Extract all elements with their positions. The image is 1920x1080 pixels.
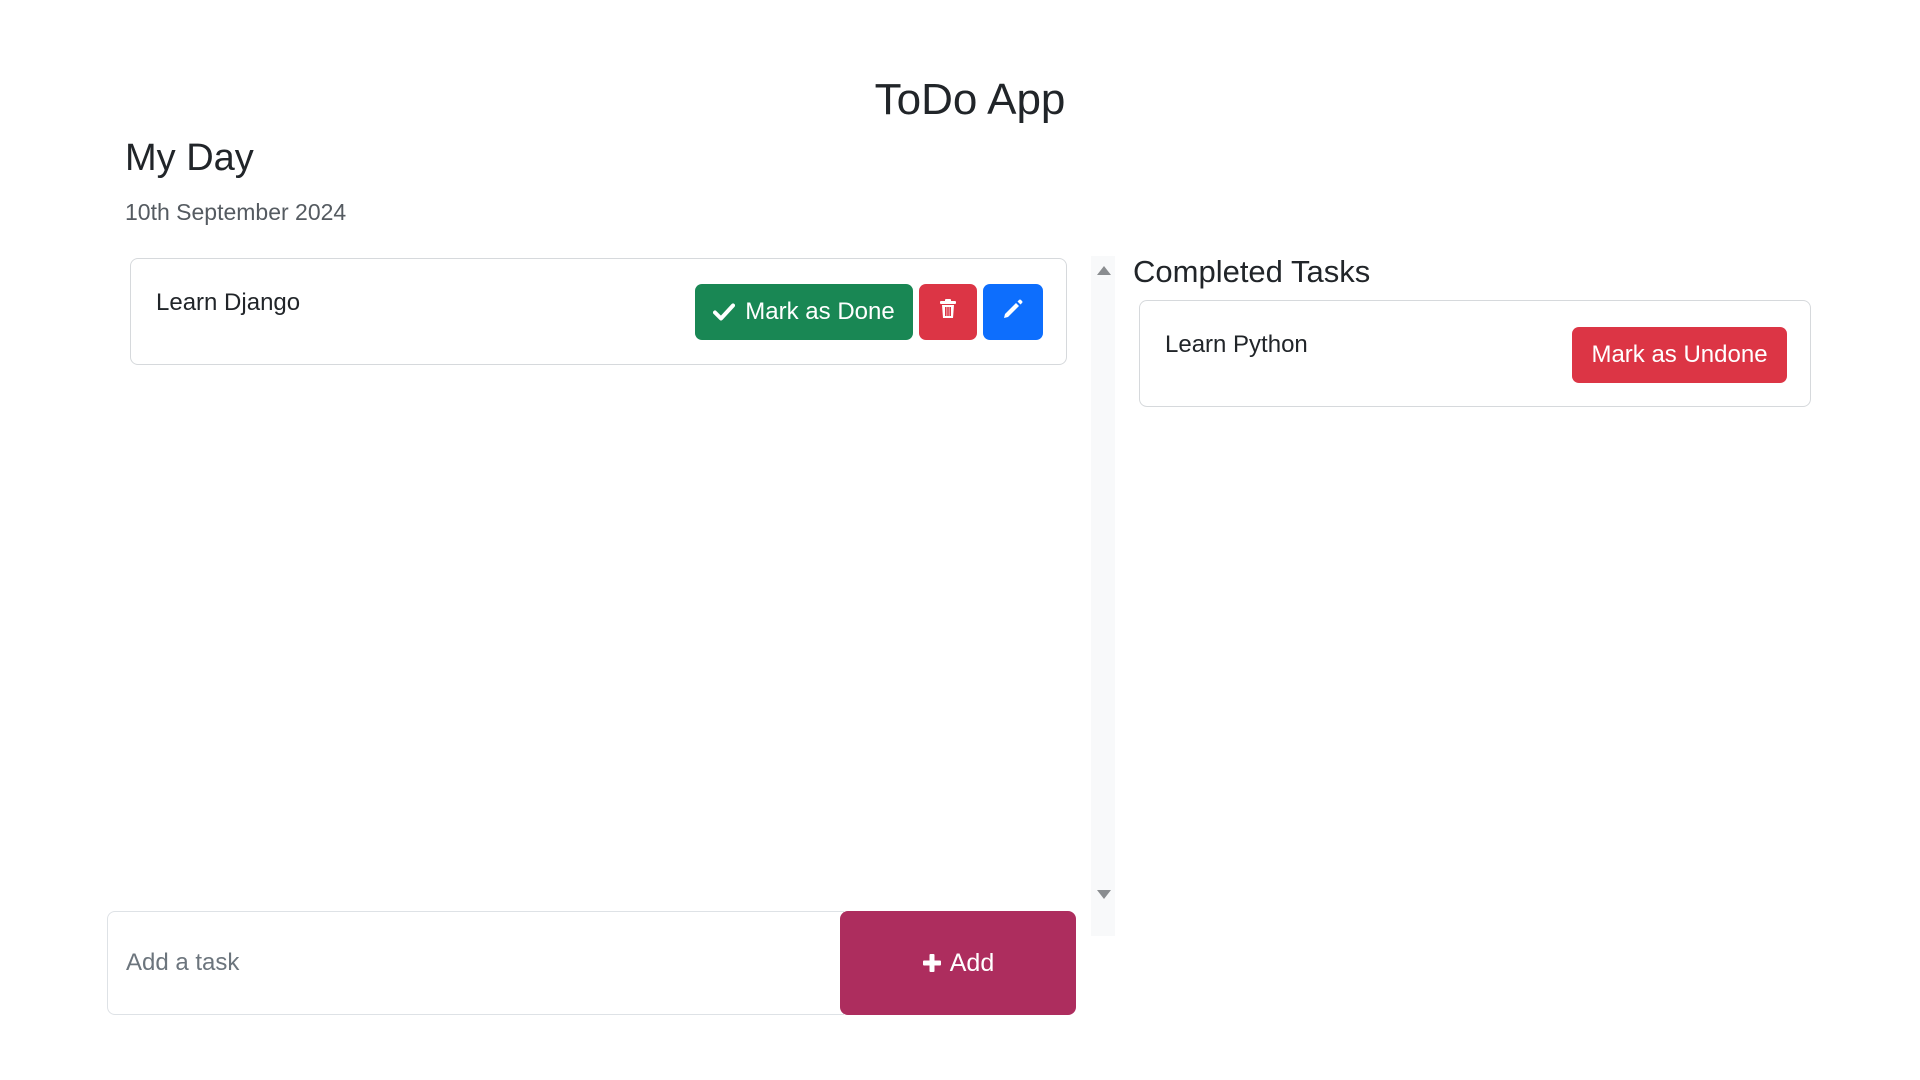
- completed-tasks-title: Completed Tasks: [1133, 254, 1371, 289]
- add-button-label: Add: [949, 948, 995, 977]
- check-icon: [713, 303, 736, 321]
- mark-as-done-button[interactable]: Mark as Done: [695, 284, 913, 340]
- delete-task-button[interactable]: [919, 284, 977, 340]
- my-day-title: My Day: [125, 137, 254, 179]
- add-task-button[interactable]: Add: [840, 911, 1076, 1015]
- app-title: ToDo App: [874, 75, 1066, 124]
- current-date: 10th September 2024: [125, 199, 347, 225]
- completed-task-card: Learn Python Mark as Undone: [1139, 300, 1811, 407]
- task-card: Learn Django Mark as Done: [130, 258, 1067, 365]
- completed-task-text: Learn Python: [1165, 331, 1308, 358]
- scroll-up-arrow-icon[interactable]: [1097, 266, 1111, 275]
- add-task-input[interactable]: [107, 911, 844, 1015]
- mark-as-undone-label: Mark as Undone: [1591, 341, 1768, 368]
- task-list-scrollbar[interactable]: [1091, 256, 1115, 936]
- edit-task-button[interactable]: [983, 284, 1043, 340]
- task-text: Learn Django: [156, 289, 301, 316]
- mark-as-done-label: Mark as Done: [745, 298, 895, 325]
- trash-icon: [939, 298, 957, 326]
- plus-icon: [922, 953, 942, 973]
- pencil-icon: [1002, 298, 1024, 327]
- mark-as-undone-button[interactable]: Mark as Undone: [1572, 327, 1787, 383]
- scroll-down-arrow-icon[interactable]: [1097, 890, 1111, 899]
- task-list: Learn Django Mark as Done: [130, 258, 1067, 365]
